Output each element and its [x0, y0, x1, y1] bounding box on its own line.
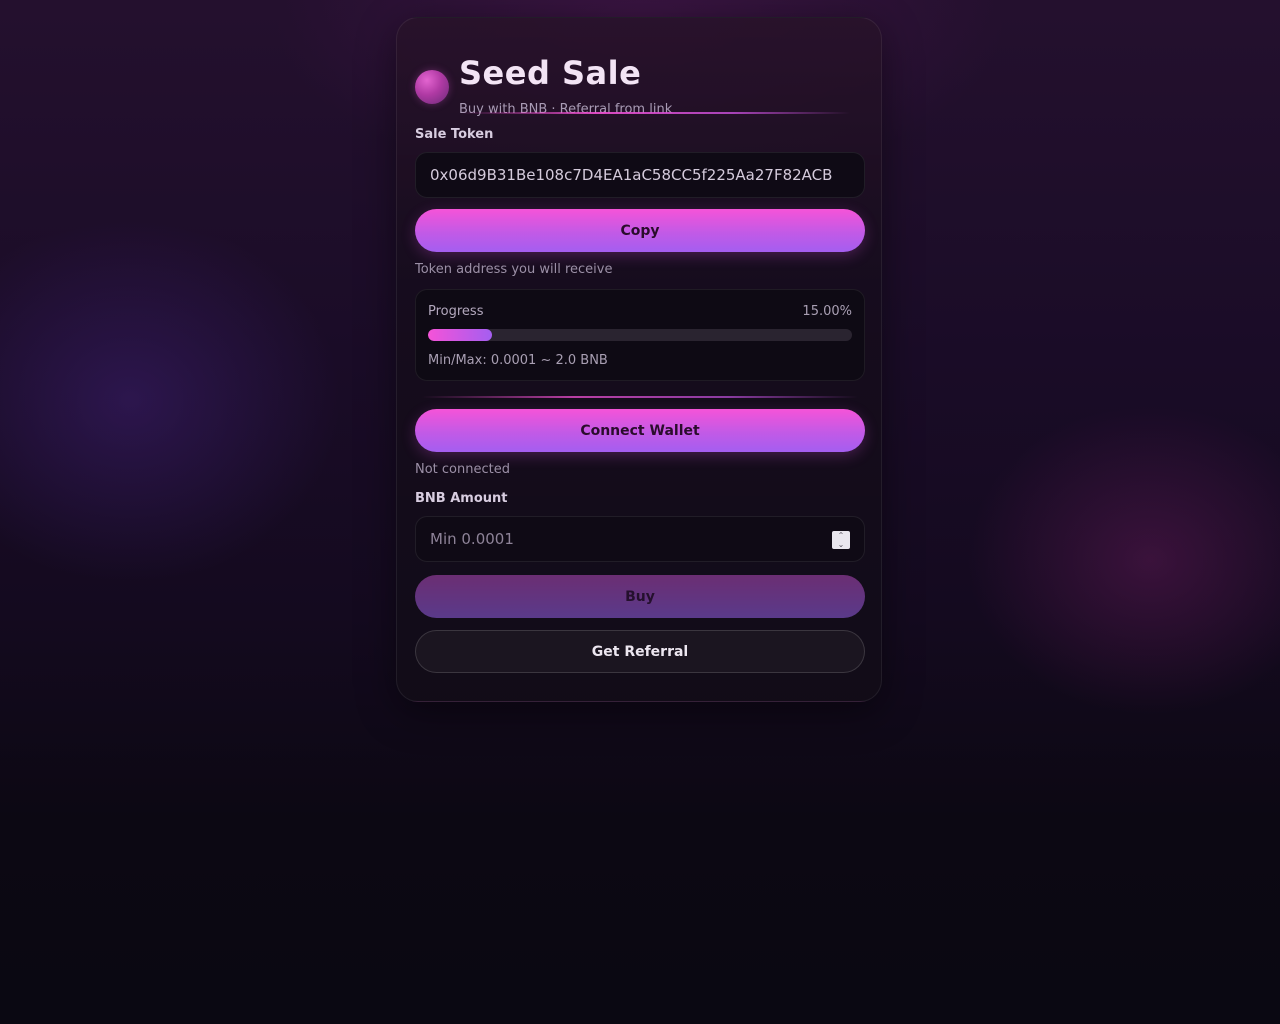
number-stepper[interactable]: ⌃ ⌄	[832, 531, 850, 549]
bnb-amount-label: BNB Amount	[415, 491, 508, 506]
token-address-value[interactable]: 0x06d9B31Be108c7D4EA1aC58CC5f225Aa27F82A…	[430, 166, 832, 184]
progress-bar-fill	[428, 329, 492, 341]
progress-label: Progress	[428, 304, 484, 319]
card-header: Seed Sale Buy with BNB · Referral from l…	[415, 38, 865, 118]
progress-bar	[428, 329, 852, 341]
page-title: Seed Sale	[459, 54, 642, 92]
wallet-status: Not connected	[415, 462, 510, 477]
chevron-up-icon[interactable]: ⌃	[832, 531, 850, 540]
gradient-orb-icon	[415, 70, 449, 104]
header-divider	[460, 112, 850, 114]
page-subtitle: Buy with BNB · Referral from link	[459, 102, 673, 117]
bnb-amount-input[interactable]	[416, 517, 864, 561]
token-address-field[interactable]: 0x06d9B31Be108c7D4EA1aC58CC5f225Aa27F82A…	[415, 152, 865, 198]
progress-percent: 15.00%	[802, 304, 852, 319]
get-referral-button[interactable]: Get Referral	[415, 630, 865, 673]
seed-sale-card: Seed Sale Buy with BNB · Referral from l…	[396, 17, 882, 702]
chevron-down-icon[interactable]: ⌄	[832, 540, 850, 549]
buy-button[interactable]: Buy	[415, 575, 865, 618]
copy-button[interactable]: Copy	[415, 209, 865, 252]
bnb-amount-field: ⌃ ⌄	[415, 516, 865, 562]
token-address-hint: Token address you will receive	[415, 262, 613, 277]
connect-wallet-button[interactable]: Connect Wallet	[415, 409, 865, 452]
progress-panel: Progress 15.00% Min/Max: 0.0001 ~ 2.0 BN…	[415, 289, 865, 381]
sale-token-label: Sale Token	[415, 127, 494, 142]
section-divider	[422, 396, 858, 398]
progress-minmax: Min/Max: 0.0001 ~ 2.0 BNB	[428, 353, 608, 368]
